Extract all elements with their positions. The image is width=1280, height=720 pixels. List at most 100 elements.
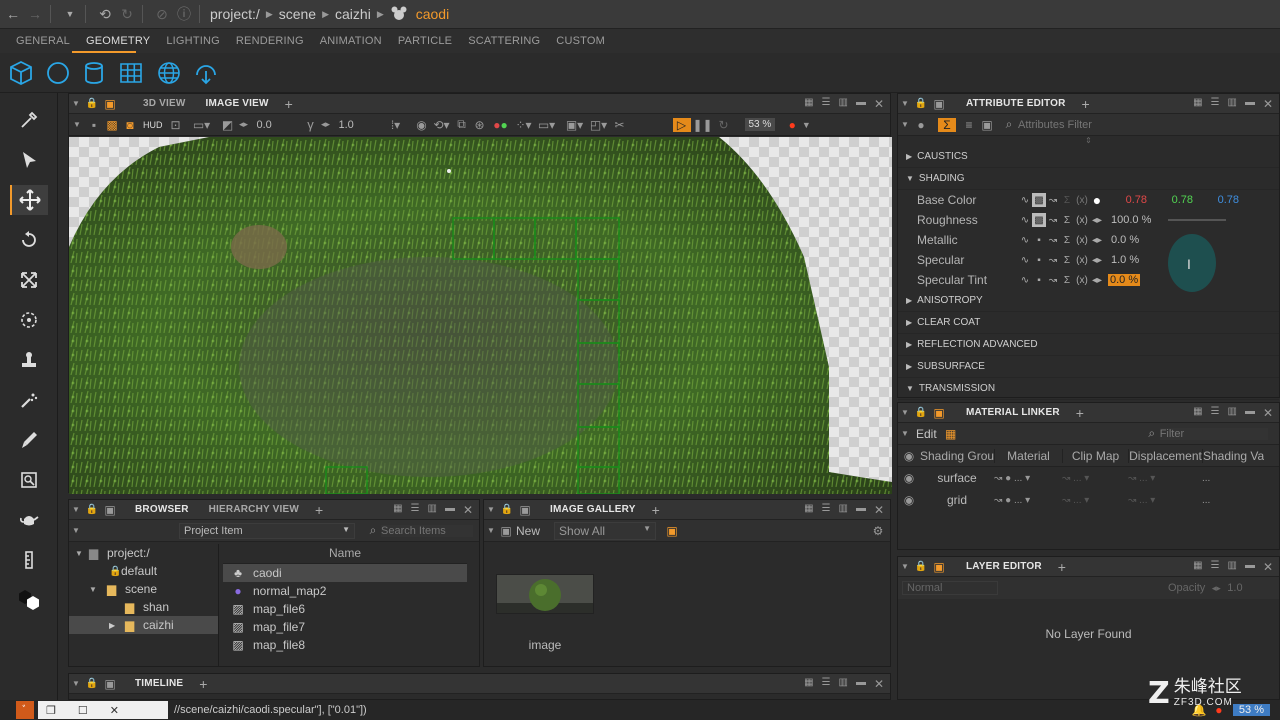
compare-icon[interactable]: ⧉ [453,117,471,132]
arrow-down-icon[interactable]: ▼ [898,120,912,129]
arrow-down-icon[interactable]: ▼ [69,120,85,129]
column-name[interactable]: Name [223,544,467,564]
image-gallery-title[interactable]: IMAGE GALLERY [540,504,646,515]
history-icon[interactable]: ⟲▾ [431,118,453,132]
settings-gear-icon[interactable]: ⚙ [870,524,886,538]
clipmap-assign-icon[interactable]: ↝ ... ▾ [1062,495,1128,506]
timeline-title[interactable]: TIMELINE [125,678,193,689]
columns-layout-icon[interactable]: ▥ [838,503,847,517]
add-tab-icon[interactable]: + [1082,96,1090,112]
eye-icon[interactable]: ◉ [898,471,920,485]
column-material[interactable]: Material [994,448,1062,463]
tab-3d-view[interactable]: 3D VIEW [133,98,196,109]
specular-tint-value[interactable]: 0.0 % [1108,274,1141,286]
tree-item-scene[interactable]: ▼ ▆ scene [69,580,218,598]
checker-icon[interactable]: ▩ [103,118,121,132]
panel-home-icon[interactable]: ▣ [101,97,119,111]
base-color-g[interactable]: 0.78 [1154,193,1196,207]
column-displacement[interactable]: Displacement [1128,448,1202,463]
breadcrumb-current-item[interactable]: caodi [412,6,453,22]
orbit-icon[interactable] [14,305,44,335]
grid-layout-icon[interactable]: ▦ [393,503,402,517]
add-tab-icon[interactable]: + [315,502,323,518]
section-caustics[interactable]: ▶ CAUSTICS [898,146,1279,168]
expression-icon[interactable]: (x) [1074,273,1090,287]
columns-layout-icon[interactable]: ▥ [1227,97,1236,111]
tab-lighting[interactable]: LIGHTING [166,35,220,47]
add-tab-icon[interactable]: + [1058,559,1066,575]
frame-icon[interactable]: ⊡ [167,118,185,132]
monitor-icon[interactable]: ▭▾ [535,118,559,132]
arrow-down-icon[interactable]: ▼ [898,429,912,438]
panel-home-icon[interactable]: ▣ [516,503,534,517]
color-dots-icon[interactable]: ⁘▾ [513,118,535,132]
link-icon[interactable]: ↝ [1046,193,1060,207]
close-icon[interactable]: ✕ [1263,406,1273,420]
new-image-icon[interactable]: ▣ [498,524,514,538]
section-reflection-advanced[interactable]: ▶ REFLECTION ADVANCED [898,334,1279,356]
move-icon[interactable] [10,185,48,215]
region-icon[interactable]: ▣▾ [563,118,587,132]
teapot-icon[interactable] [14,505,44,535]
grid-layout-icon[interactable]: ▦ [804,97,813,111]
info-icon[interactable]: ⓘ [175,5,193,23]
import-geometry-icon[interactable] [192,59,220,87]
blend-mode-select[interactable]: Normal [902,581,998,595]
material-row-surface[interactable]: ◉ surface ↝ ● ... ▾ ↝ ... ▾ ↝ ... ▾ ... [898,467,1279,489]
panel-home-icon[interactable]: ▣ [930,97,948,111]
panel-home-icon[interactable]: ▣ [101,503,119,517]
search-icon[interactable]: ⌕ [1000,117,1018,132]
texture-icon[interactable]: ▪ [1032,233,1046,247]
gamma-value[interactable]: 1.0 [339,119,385,131]
plane-grid-icon[interactable] [117,59,145,87]
globe-icon[interactable] [155,59,183,87]
list-item-map-file8[interactable]: ▨ map_file8 [223,636,467,654]
specular-value[interactable]: 1.0 % [1108,253,1166,267]
tree-item-default[interactable]: 🔒 default [69,562,218,580]
lock-icon[interactable]: 🔒 [498,504,516,515]
slider-arrows-icon[interactable]: ◂▸ [1090,273,1104,287]
lock-icon[interactable]: 🔒 [912,561,930,572]
stop-icon[interactable]: ⊘ [153,5,171,23]
arrow-down-icon[interactable]: ▼ [898,562,912,571]
roughness-value[interactable]: 100.0 % [1108,213,1166,227]
columns-layout-icon[interactable]: ▥ [838,677,847,691]
tab-animation[interactable]: ANIMATION [320,35,382,47]
list-icon[interactable]: ≡ [960,118,978,132]
hud-toggle[interactable]: HUD [143,120,163,130]
tools-icon[interactable]: ✂ [611,118,629,132]
tab-particle[interactable]: PARTICLE [398,35,452,47]
grid-layout-icon[interactable]: ▦ [1193,560,1202,574]
camera-icon[interactable]: ▣ [978,118,996,132]
expression-icon[interactable]: (x) [1074,213,1090,227]
paint-scatter-icon[interactable] [14,385,44,415]
maximize-icon[interactable]: ▬ [445,503,455,517]
snapshot-icon[interactable]: ⊛ [471,118,489,132]
rendered-image-canvas[interactable] [69,137,892,494]
split-layout-icon[interactable]: ☰ [1211,560,1220,574]
back-arrow-icon[interactable]: ← [4,5,22,23]
preview-icon[interactable]: ◙ [121,118,139,132]
lock-icon[interactable]: 🔒 [83,678,101,689]
texture-icon[interactable]: ▪ [1032,273,1046,287]
forward-arrow-icon[interactable]: → [26,5,44,23]
sigma-icon[interactable]: Σ [1060,193,1074,207]
split-layout-icon[interactable]: ☰ [411,503,420,517]
gallery-thumbnail[interactable] [496,574,594,614]
sigma-icon[interactable]: Σ [1060,253,1074,267]
material-filter-input[interactable] [1159,427,1268,440]
play-render-icon[interactable]: ▷ [672,117,691,132]
curve-icon[interactable]: ∿ [1018,193,1032,207]
minimized-window-controls[interactable]: ❐ ☐ ✕ [38,701,168,719]
split-layout-icon[interactable]: ☰ [822,97,831,111]
close-icon[interactable]: ✕ [463,503,473,517]
splitter-handle[interactable]: ⇕ [898,136,1279,146]
columns-layout-icon[interactable]: ▥ [838,97,847,111]
arrow-down-icon[interactable]: ▼ [484,526,498,535]
arrow-down-icon[interactable]: ▼ [69,505,83,514]
rgb-channels-icon[interactable]: ● ● [489,118,513,132]
split-layout-icon[interactable]: ☰ [1211,406,1220,420]
sigma-icon[interactable]: Σ [938,117,956,132]
exposure-value[interactable]: 0.0 [257,119,303,131]
new-button[interactable]: New [516,524,540,538]
